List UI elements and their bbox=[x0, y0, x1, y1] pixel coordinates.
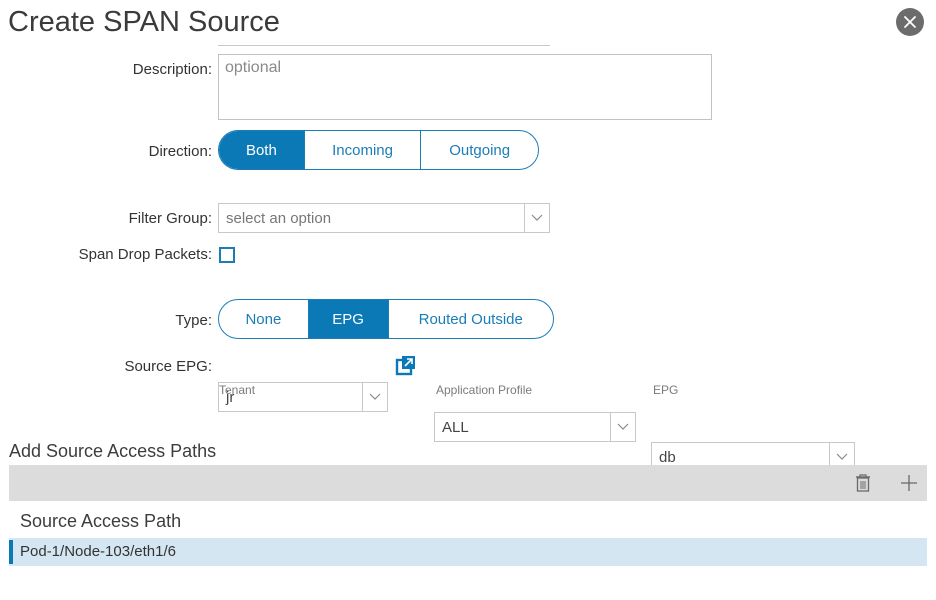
tenant-caption: Tenant bbox=[219, 383, 256, 397]
application-profile-caption: Application Profile bbox=[436, 383, 533, 397]
type-none-option[interactable]: None bbox=[219, 300, 308, 338]
type-epg-option[interactable]: EPG bbox=[307, 300, 388, 338]
direction-outgoing-option[interactable]: Outgoing bbox=[420, 131, 538, 169]
epg-value: db bbox=[659, 448, 676, 466]
filter-group-select[interactable]: select an option bbox=[218, 203, 550, 233]
span-drop-checkbox[interactable] bbox=[219, 247, 235, 263]
application-profile-value: ALL bbox=[442, 418, 469, 436]
filter-group-label: Filter Group: bbox=[128, 210, 212, 227]
plus-icon[interactable] bbox=[900, 474, 918, 497]
open-external-icon[interactable] bbox=[395, 354, 419, 378]
chevron-down-icon[interactable] bbox=[524, 204, 549, 232]
name-field-underline[interactable] bbox=[218, 45, 550, 46]
table-row-path[interactable]: Pod-1/Node-103/eth1/6 bbox=[20, 543, 176, 560]
epg-caption: EPG bbox=[653, 383, 679, 397]
source-epg-label: Source EPG: bbox=[124, 358, 212, 375]
type-label: Type: bbox=[175, 312, 212, 329]
description-label: Description: bbox=[132, 61, 212, 78]
description-field[interactable]: optional bbox=[218, 54, 712, 120]
trash-icon[interactable] bbox=[854, 473, 872, 498]
span-drop-label: Span Drop Packets: bbox=[78, 246, 212, 263]
description-placeholder: optional bbox=[225, 59, 282, 76]
column-header-source-access-path[interactable]: Source Access Path bbox=[20, 511, 181, 532]
type-toggle[interactable]: None EPG Routed Outside bbox=[218, 299, 554, 339]
direction-incoming-option[interactable]: Incoming bbox=[303, 131, 421, 169]
filter-group-placeholder: select an option bbox=[226, 209, 332, 227]
direction-both-option[interactable]: Both bbox=[219, 131, 304, 169]
type-routed-outside-option[interactable]: Routed Outside bbox=[387, 300, 554, 338]
direction-label: Direction: bbox=[148, 143, 212, 160]
chevron-down-icon[interactable] bbox=[362, 383, 387, 411]
direction-toggle[interactable]: Both Incoming Outgoing bbox=[218, 130, 539, 170]
chevron-down-icon[interactable] bbox=[610, 413, 635, 441]
close-button[interactable] bbox=[896, 8, 924, 36]
application-profile-select[interactable]: ALL bbox=[434, 412, 636, 442]
close-icon bbox=[904, 16, 916, 28]
dialog-title: Create SPAN Source bbox=[8, 6, 280, 38]
selected-row-marker bbox=[9, 540, 13, 564]
table-toolbar bbox=[9, 465, 927, 501]
section-title: Add Source Access Paths bbox=[9, 441, 217, 461]
